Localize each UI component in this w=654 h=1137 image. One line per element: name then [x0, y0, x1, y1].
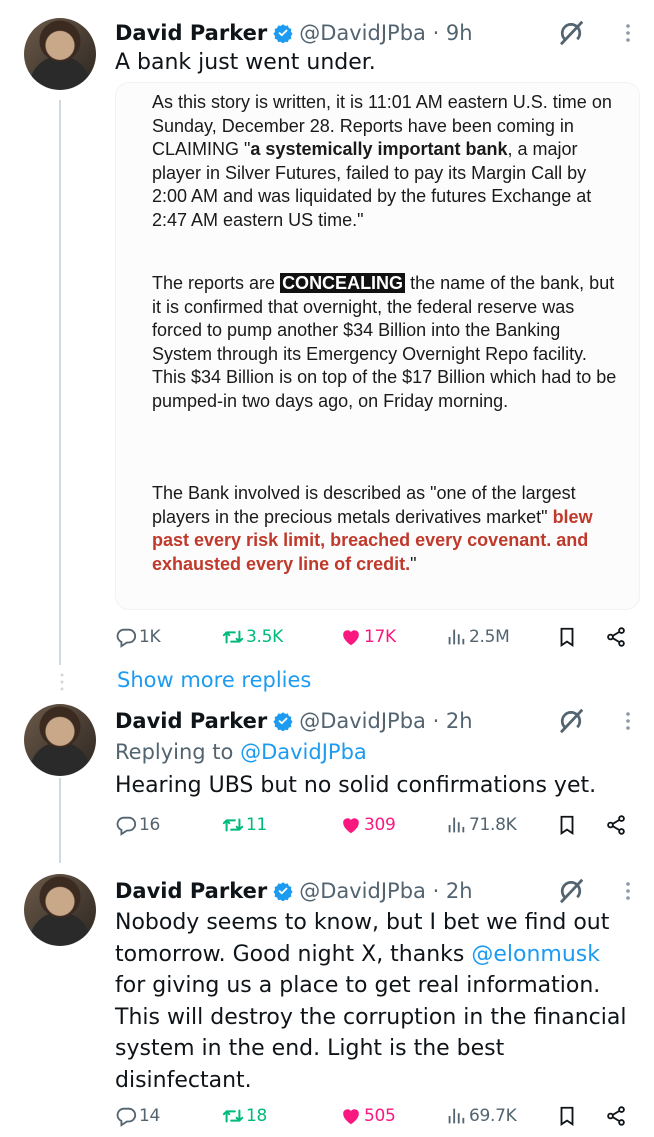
views-icon [445, 1105, 467, 1127]
tweet-text: Nobody seems to know, but I bet we find … [115, 907, 635, 1096]
quote-text: The Bank involved is described as "one o… [152, 483, 576, 527]
verified-icon [273, 881, 293, 901]
quote-highlight: CONCEALING [280, 273, 406, 293]
action-bar: 14 18 505 69.7K [115, 1101, 640, 1131]
repost-count: 11 [246, 815, 268, 835]
repost-button[interactable]: 3.5K [222, 622, 283, 652]
replying-prefix: Replying to [115, 740, 241, 764]
views-button[interactable]: 69.7K [445, 1101, 517, 1131]
author-handle[interactable]: @DavidJPba · 9h [299, 21, 472, 45]
author-name[interactable]: David Parker [115, 21, 267, 45]
reply-count: 1K [139, 627, 161, 647]
repost-icon [222, 1105, 244, 1127]
heart-icon [340, 814, 362, 836]
view-count: 2.5M [469, 627, 510, 647]
views-button[interactable]: 2.5M [445, 622, 510, 652]
reply-button[interactable]: 14 [115, 1101, 160, 1131]
grok-icon[interactable] [556, 876, 586, 906]
bookmark-icon[interactable] [556, 1105, 578, 1127]
author-handle[interactable]: @DavidJPba · 2h [299, 879, 472, 903]
grok-icon[interactable] [556, 706, 586, 736]
heart-icon [340, 626, 362, 648]
avatar[interactable] [24, 874, 96, 946]
reply-count: 14 [139, 1106, 161, 1126]
quoted-image[interactable]: As this story is written, it is 11:01 AM… [115, 82, 640, 610]
quote-paragraph: The Bank involved is described as "one o… [152, 482, 622, 576]
verified-icon [273, 711, 293, 731]
author-name[interactable]: David Parker [115, 879, 267, 903]
repost-count: 18 [246, 1106, 268, 1126]
thread-gap-dots [60, 673, 64, 691]
more-icon[interactable] [620, 706, 636, 736]
bookmark-icon[interactable] [556, 626, 578, 648]
like-count: 309 [364, 815, 396, 835]
views-icon [445, 814, 467, 836]
quote-text: the name of the bank, but it is confirme… [152, 273, 617, 411]
quote-bold: a systemically important bank [250, 139, 508, 159]
reply-icon [115, 814, 137, 836]
repost-button[interactable]: 11 [222, 810, 267, 840]
share-icon[interactable] [605, 1105, 627, 1127]
tweet-header: David Parker @DavidJPba · 9h [115, 18, 473, 48]
verified-icon [273, 23, 293, 43]
repost-icon [222, 626, 244, 648]
views-button[interactable]: 71.8K [445, 810, 517, 840]
repost-count: 3.5K [246, 627, 283, 647]
tweet[interactable]: David Parker @DavidJPba · 9h A bank just… [0, 0, 654, 660]
quote-text: The reports are [152, 273, 281, 293]
more-icon[interactable] [620, 18, 636, 48]
replying-to-link[interactable]: @DavidJPba [240, 740, 367, 764]
quote-paragraph: The reports are CONCEALING the name of t… [152, 272, 622, 413]
tweet[interactable]: David Parker @DavidJPba · 2h Replying to… [0, 700, 654, 850]
tweet-text: Hearing UBS but no solid confirmations y… [115, 773, 597, 798]
tweet-header: David Parker @DavidJPba · 2h [115, 706, 473, 736]
repost-icon [222, 814, 244, 836]
reply-count: 16 [139, 815, 161, 835]
author-name[interactable]: David Parker [115, 709, 267, 733]
tweet[interactable]: David Parker @DavidJPba · 2h Nobody seem… [0, 870, 654, 1137]
avatar[interactable] [24, 704, 96, 776]
like-count: 17K [364, 627, 396, 647]
replying-to: Replying to @DavidJPba [115, 737, 367, 768]
views-icon [445, 626, 467, 648]
bookmark-icon[interactable] [556, 814, 578, 836]
author-handle[interactable]: @DavidJPba · 2h [299, 709, 472, 733]
reply-button[interactable]: 16 [115, 810, 160, 840]
view-count: 69.7K [469, 1106, 517, 1126]
like-button[interactable]: 309 [340, 810, 396, 840]
like-count: 505 [364, 1106, 396, 1126]
show-more-replies-link[interactable]: Show more replies [117, 668, 311, 692]
heart-icon [340, 1105, 362, 1127]
like-button[interactable]: 505 [340, 1101, 396, 1131]
tweet-text: A bank just went under. [115, 50, 376, 75]
tweet-text-part: for giving us a place to get real inform… [115, 973, 627, 1093]
like-button[interactable]: 17K [340, 622, 396, 652]
view-count: 71.8K [469, 815, 517, 835]
avatar[interactable] [24, 18, 96, 90]
tweet-header: David Parker @DavidJPba · 2h [115, 876, 473, 906]
more-icon[interactable] [620, 876, 636, 906]
action-bar: 1K 3.5K 17K 2.5M [115, 622, 640, 652]
reply-icon [115, 626, 137, 648]
share-icon[interactable] [605, 626, 627, 648]
quote-paragraph: As this story is written, it is 11:01 AM… [152, 91, 622, 232]
reply-button[interactable]: 1K [115, 622, 161, 652]
share-icon[interactable] [605, 814, 627, 836]
grok-icon[interactable] [556, 18, 586, 48]
action-bar: 16 11 309 71.8K [115, 810, 640, 840]
repost-button[interactable]: 18 [222, 1101, 267, 1131]
reply-icon [115, 1105, 137, 1127]
quote-text: " [410, 553, 417, 574]
mention-link[interactable]: @elonmusk [471, 942, 600, 967]
